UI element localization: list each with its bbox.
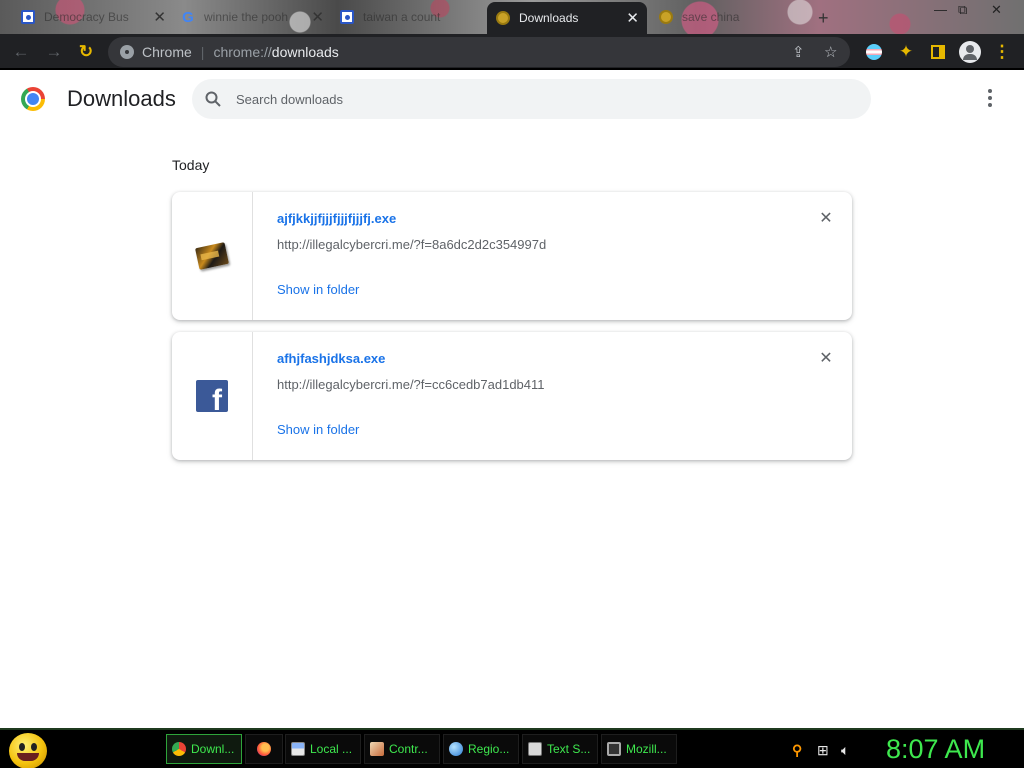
extensions-icon[interactable]: ✦ bbox=[894, 40, 918, 64]
omnibox-separator: | bbox=[200, 44, 205, 60]
globe-icon bbox=[449, 742, 463, 756]
taskbar-item-downloads[interactable]: Downl... bbox=[166, 734, 242, 764]
url-scheme: chrome:// bbox=[213, 44, 272, 60]
maximize-icon[interactable]: ⧉ bbox=[958, 2, 967, 18]
download-item: ajfjkkjjfjjjfjjjfjjjfj.exe http://illega… bbox=[172, 192, 852, 320]
file-icon-column: f bbox=[172, 332, 253, 460]
tab-strip: Democracy Bus ✕ G winnie the pooh ✕ taiw… bbox=[0, 0, 1024, 34]
exe-file-icon bbox=[195, 242, 229, 270]
browser-menu-icon[interactable]: ⋮ bbox=[990, 40, 1014, 64]
chrome-icon bbox=[120, 45, 134, 59]
tab-winnie[interactable]: G winnie the pooh ✕ bbox=[172, 4, 332, 30]
drive-icon bbox=[291, 742, 305, 756]
remove-download-icon[interactable]: ✕ bbox=[818, 211, 834, 227]
taskbar-item-label: Regio... bbox=[468, 742, 510, 756]
close-window-icon[interactable]: ✕ bbox=[991, 2, 1002, 18]
keyboard-icon bbox=[528, 742, 542, 756]
download-item: f afhjfashjdksa.exe http://illegalcyberc… bbox=[172, 332, 852, 460]
taskbar-clock[interactable]: 8:07 AM bbox=[886, 734, 985, 765]
control-panel-icon bbox=[370, 742, 384, 756]
side-panel-icon[interactable] bbox=[926, 40, 950, 64]
share-icon[interactable]: ⇪ bbox=[792, 43, 805, 61]
address-bar[interactable]: Chrome | chrome:// downloads ⇪ ☆ bbox=[108, 37, 850, 67]
chrome-logo-icon bbox=[21, 87, 45, 111]
tab-close-icon[interactable]: ✕ bbox=[311, 8, 324, 26]
firefox-icon bbox=[257, 742, 271, 756]
bookmark-star-icon[interactable]: ☆ bbox=[824, 43, 837, 61]
minimize-icon[interactable]: — bbox=[934, 2, 947, 17]
taskbar-item-local[interactable]: Local ... bbox=[285, 734, 361, 764]
tab-label: Democracy Bus bbox=[44, 10, 129, 24]
browser-toolbar: ← → ↻ Chrome | chrome:// downloads ⇪ ☆ ✦… bbox=[0, 34, 1024, 70]
more-actions-icon[interactable] bbox=[980, 88, 1000, 108]
omnibox-chip: Chrome bbox=[142, 44, 192, 60]
start-smiley-icon[interactable] bbox=[9, 733, 47, 768]
downloads-header: Downloads bbox=[0, 70, 1024, 126]
chrome-icon bbox=[495, 10, 511, 26]
taskbar-item-label: Downl... bbox=[191, 742, 235, 756]
tab-downloads[interactable]: Downloads ✕ bbox=[487, 2, 647, 34]
tab-label: Downloads bbox=[519, 11, 579, 25]
page-title: Downloads bbox=[67, 86, 176, 111]
facebook-icon: f bbox=[196, 380, 228, 412]
taskbar-item-text-services[interactable]: Text S... bbox=[522, 734, 598, 764]
back-icon[interactable]: ← bbox=[9, 40, 33, 64]
taskbar-item-label: Mozill... bbox=[626, 742, 667, 756]
tab-save-china[interactable]: save china bbox=[650, 4, 810, 30]
tab-label: winnie the pooh bbox=[204, 10, 289, 24]
profile-flag-icon[interactable] bbox=[862, 40, 886, 64]
tab-close-icon[interactable]: ✕ bbox=[153, 8, 166, 26]
new-tab-icon[interactable]: + bbox=[818, 8, 829, 29]
download-source-url: http://illegalcybercri.me/?f=8a6dc2d2c35… bbox=[277, 237, 547, 252]
reload-icon[interactable]: ↻ bbox=[74, 40, 98, 64]
coin-icon bbox=[658, 9, 674, 25]
url-host: downloads bbox=[271, 44, 339, 60]
taskbar-item-region[interactable]: Regio... bbox=[443, 734, 519, 764]
paw-icon bbox=[20, 9, 36, 25]
forward-icon[interactable]: → bbox=[42, 40, 66, 64]
file-icon-column bbox=[172, 192, 253, 320]
paw-icon bbox=[339, 9, 355, 25]
account-avatar-icon[interactable] bbox=[958, 40, 982, 64]
search-tray-icon[interactable]: ⚲ bbox=[792, 742, 802, 759]
search-input[interactable] bbox=[236, 91, 836, 107]
taskbar-item-firefox[interactable] bbox=[245, 734, 283, 764]
volume-icon[interactable]: 🔈︎ bbox=[841, 742, 849, 759]
taskbar: Downl... Local ... Contr... Regio... Tex… bbox=[0, 728, 1024, 768]
taskbar-item-label: Local ... bbox=[310, 742, 353, 756]
search-box[interactable] bbox=[192, 79, 871, 119]
google-icon: G bbox=[182, 8, 194, 26]
search-icon bbox=[205, 91, 221, 107]
download-filename-link[interactable]: afhjfashjdksa.exe bbox=[277, 351, 385, 366]
tab-label: taiwan a count bbox=[363, 10, 441, 24]
tab-taiwan[interactable]: taiwan a count bbox=[331, 4, 487, 30]
tab-close-icon[interactable]: ✕ bbox=[626, 9, 639, 27]
taskbar-item-control-panel[interactable]: Contr... bbox=[364, 734, 440, 764]
window-icon bbox=[607, 742, 621, 756]
taskbar-item-mozilla[interactable]: Mozill... bbox=[601, 734, 677, 764]
taskbar-item-label: Text S... bbox=[547, 742, 591, 756]
download-filename-link[interactable]: ajfjkkjjfjjjfjjjfjjjfj.exe bbox=[277, 211, 396, 226]
chrome-icon bbox=[172, 742, 186, 756]
taskbar-item-label: Contr... bbox=[389, 742, 428, 756]
download-source-url: http://illegalcybercri.me/?f=cc6cedb7ad1… bbox=[277, 377, 545, 392]
section-title: Today bbox=[172, 157, 210, 173]
tab-label: save china bbox=[682, 10, 740, 24]
remove-download-icon[interactable]: ✕ bbox=[818, 351, 834, 367]
show-in-folder-link[interactable]: Show in folder bbox=[277, 282, 359, 297]
network-icon[interactable]: ⊞ bbox=[817, 742, 829, 759]
show-in-folder-link[interactable]: Show in folder bbox=[277, 422, 359, 437]
tab-democracy[interactable]: Democracy Bus ✕ bbox=[12, 4, 174, 30]
